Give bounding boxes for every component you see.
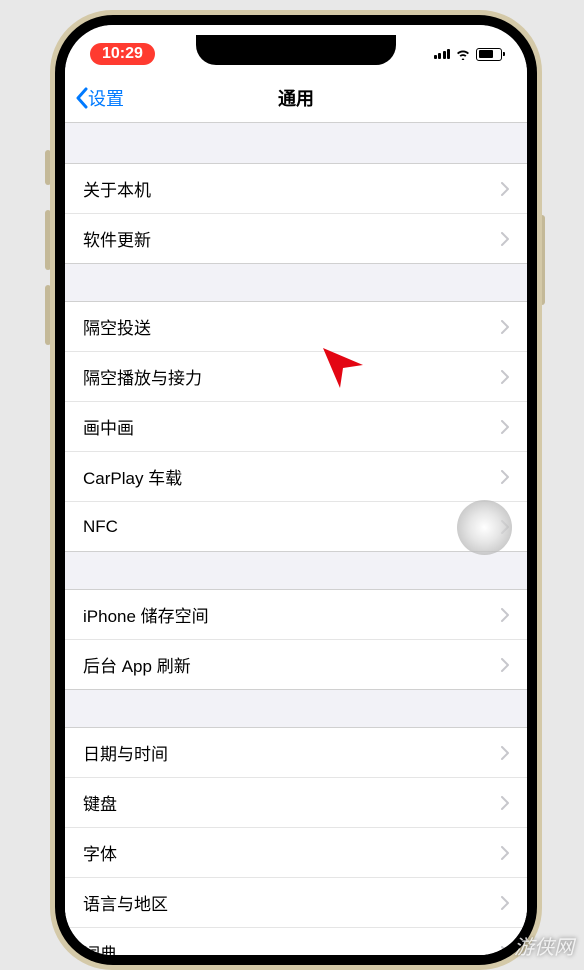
section-gap xyxy=(65,552,527,589)
chevron-right-icon xyxy=(501,896,509,910)
row-label: iPhone 储存空间 xyxy=(83,602,501,627)
chevron-right-icon xyxy=(501,370,509,384)
row-label: 隔空播放与接力 xyxy=(83,364,501,389)
chevron-right-icon xyxy=(501,796,509,810)
chevron-right-icon xyxy=(501,320,509,334)
back-button[interactable]: 设置 xyxy=(75,85,124,111)
cellular-signal-icon xyxy=(434,49,451,59)
annotation-arrow-icon xyxy=(315,340,365,390)
section-gap xyxy=(65,264,527,301)
chevron-right-icon xyxy=(501,420,509,434)
row-software-update[interactable]: 软件更新 xyxy=(65,214,527,264)
row-label: NFC xyxy=(83,517,501,537)
settings-list[interactable]: 关于本机 软件更新 隔空投送 隔空播放与接力 xyxy=(65,123,527,955)
chevron-left-icon xyxy=(75,87,88,109)
wifi-icon xyxy=(455,48,471,60)
row-label: 字体 xyxy=(83,840,501,865)
chevron-right-icon xyxy=(501,746,509,760)
status-time-recording[interactable]: 10:29 xyxy=(90,43,155,65)
row-keyboard[interactable]: 键盘 xyxy=(65,778,527,828)
settings-group: 日期与时间 键盘 字体 语言与地区 xyxy=(65,727,527,955)
chevron-right-icon xyxy=(501,232,509,246)
row-label: 键盘 xyxy=(83,790,501,815)
row-label: 软件更新 xyxy=(83,226,501,251)
row-about[interactable]: 关于本机 xyxy=(65,164,527,214)
row-label: 画中画 xyxy=(83,414,501,439)
phone-frame: 10:29 设置 通用 xyxy=(50,10,542,970)
row-label: 后台 App 刷新 xyxy=(83,652,501,677)
row-label: 日期与时间 xyxy=(83,740,501,765)
watermark: 游侠网 xyxy=(514,931,574,960)
section-gap xyxy=(65,123,527,163)
chevron-right-icon xyxy=(501,182,509,196)
phone-bezel: 10:29 设置 通用 xyxy=(55,15,537,965)
assistive-touch-button[interactable] xyxy=(457,500,512,555)
row-language-region[interactable]: 语言与地区 xyxy=(65,878,527,928)
nav-bar: 设置 通用 xyxy=(65,73,527,123)
row-label: 关于本机 xyxy=(83,176,501,201)
row-pip[interactable]: 画中画 xyxy=(65,402,527,452)
row-airplay[interactable]: 隔空播放与接力 xyxy=(65,352,527,402)
status-indicators xyxy=(434,48,503,61)
chevron-right-icon xyxy=(501,846,509,860)
row-carplay[interactable]: CarPlay 车载 xyxy=(65,452,527,502)
row-storage[interactable]: iPhone 储存空间 xyxy=(65,590,527,640)
row-datetime[interactable]: 日期与时间 xyxy=(65,728,527,778)
row-label: 词典 xyxy=(83,940,501,955)
row-airdrop[interactable]: 隔空投送 xyxy=(65,302,527,352)
settings-group: 关于本机 软件更新 xyxy=(65,163,527,264)
chevron-right-icon xyxy=(501,608,509,622)
row-background-refresh[interactable]: 后台 App 刷新 xyxy=(65,640,527,690)
row-fonts[interactable]: 字体 xyxy=(65,828,527,878)
back-label: 设置 xyxy=(88,85,124,111)
row-label: CarPlay 车载 xyxy=(83,464,501,489)
notch xyxy=(196,35,396,65)
chevron-right-icon xyxy=(501,946,509,956)
chevron-right-icon xyxy=(501,658,509,672)
page-title: 通用 xyxy=(278,85,314,111)
screen: 10:29 设置 通用 xyxy=(65,25,527,955)
settings-group: iPhone 储存空间 后台 App 刷新 xyxy=(65,589,527,690)
row-label: 隔空投送 xyxy=(83,314,501,339)
battery-icon xyxy=(476,48,502,61)
row-dictionary[interactable]: 词典 xyxy=(65,928,527,955)
section-gap xyxy=(65,690,527,727)
settings-group: 隔空投送 隔空播放与接力 画中画 CarPlay 车载 xyxy=(65,301,527,552)
chevron-right-icon xyxy=(501,470,509,484)
row-label: 语言与地区 xyxy=(83,890,501,915)
